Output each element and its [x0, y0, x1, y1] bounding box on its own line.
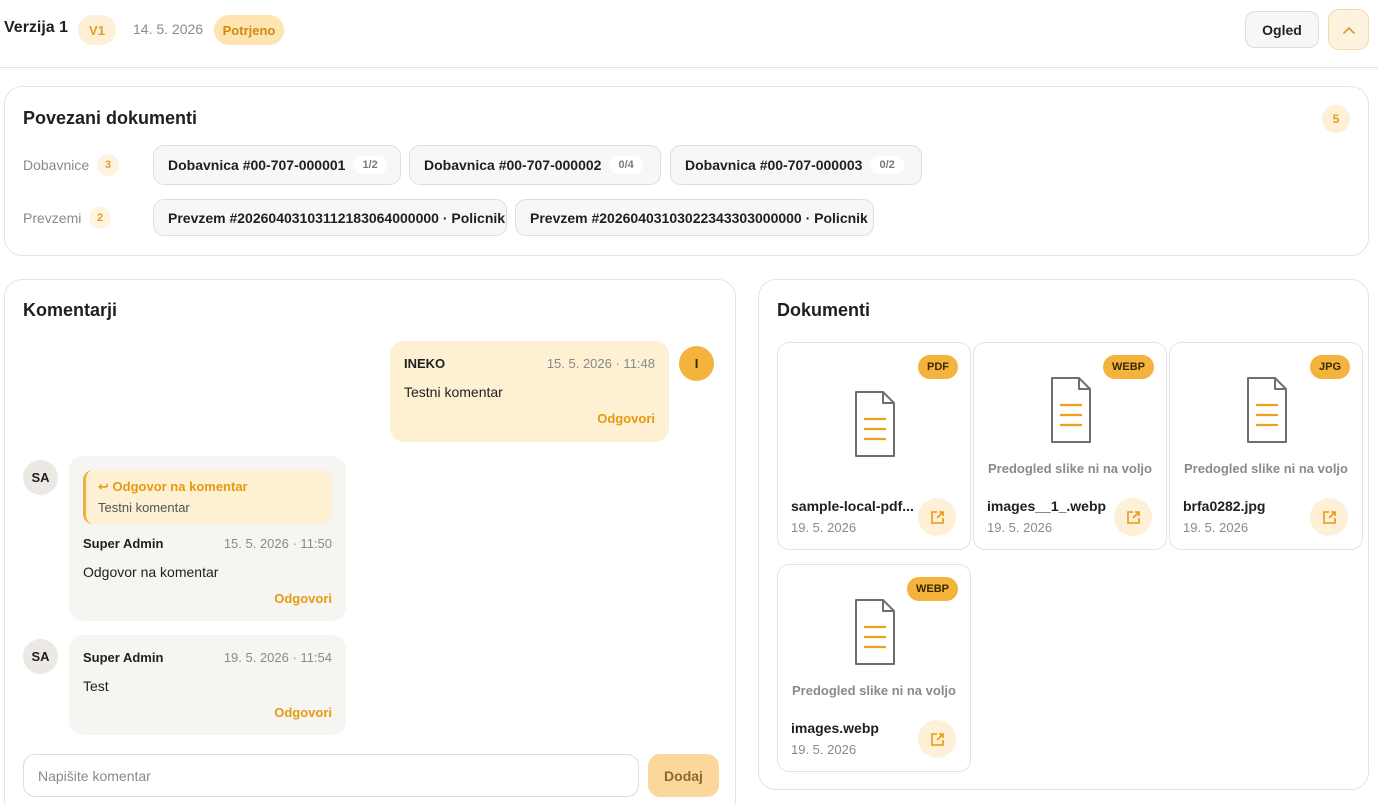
reply-link[interactable]: Odgovori: [274, 705, 332, 720]
comments-title: Komentarji: [23, 300, 118, 320]
avatar: I: [679, 346, 714, 381]
receipts-label: Prevzemi: [23, 210, 82, 226]
avatar: SA: [23, 639, 58, 674]
delivery-label: Dobavnice: [23, 157, 90, 173]
chip-label: Dobavnica #00-707-000002: [424, 157, 602, 173]
chip-label: Prevzem #20260403103022343303000000 · Po…: [530, 209, 868, 226]
document-tile[interactable]: WEBP Predogled slike ni na voljo images_…: [973, 342, 1167, 550]
chip-progress: 0/4: [609, 156, 643, 174]
file-icon: [855, 599, 895, 665]
documents-card: Dokumenti PDF sample-local-pdf... 19. 5.…: [758, 279, 1369, 790]
version-date: 14. 5. 2026: [133, 21, 204, 37]
file-icon: [1247, 377, 1287, 443]
document-tile[interactable]: PDF sample-local-pdf... 19. 5. 2026: [777, 342, 971, 550]
comment-bubble-own: INEKO 15. 5. 2026 · 11:48 Testni komenta…: [390, 341, 669, 442]
comment-author: Super Admin: [83, 536, 164, 551]
file-type-badge: WEBP: [1103, 355, 1154, 379]
document-tile[interactable]: JPG Predogled slike ni na voljo brfa0282…: [1169, 342, 1363, 550]
chip-progress: 0/2: [870, 156, 904, 174]
document-name: sample-local-pdf...: [791, 498, 914, 514]
reply-link[interactable]: Odgovori: [597, 411, 655, 426]
preview-unavailable-text: Predogled slike ni na voljo: [988, 461, 1152, 476]
chip-progress: 1/2: [353, 156, 387, 174]
receipts-count-badge: 2: [89, 207, 111, 229]
version-badge: V1: [78, 15, 116, 45]
comment-author: Super Admin: [83, 650, 164, 665]
external-link-icon: [930, 510, 944, 524]
document-name: images__1_.webp: [987, 498, 1107, 514]
comment-text: Odgovor na komentar: [83, 564, 219, 580]
external-link-icon: [930, 732, 944, 746]
quoted-comment[interactable]: ↩ Odgovor na komentar Testni komentar: [83, 470, 332, 524]
preview-unavailable-text: Predogled slike ni na voljo: [792, 683, 956, 698]
file-type-badge: PDF: [918, 355, 958, 379]
view-button[interactable]: Ogled: [1245, 11, 1319, 48]
comment-time: 19. 5. 2026 · 11:54: [223, 650, 332, 665]
file-type-badge: JPG: [1309, 355, 1350, 379]
comment-time: 15. 5. 2026 · 11:48: [546, 356, 655, 371]
quote-title: ↩ Odgovor na komentar: [98, 479, 248, 494]
chip-label: Dobavnica #00-707-000001: [168, 157, 346, 173]
document-date: 19. 5. 2026: [791, 520, 857, 535]
comments-card: Komentarji INEKO 15. 5. 2026 · 11:48 Tes…: [4, 279, 736, 804]
document-name: brfa0282.jpg: [1183, 498, 1266, 514]
document-date: 19. 5. 2026: [1183, 520, 1249, 535]
delivery-chip-3[interactable]: Dobavnica #00-707-000003 0/2: [670, 145, 922, 185]
document-date: 19. 5. 2026: [987, 520, 1053, 535]
document-name: images.webp: [791, 720, 879, 736]
open-document-button[interactable]: [918, 498, 956, 536]
delivery-chip-2[interactable]: Dobavnica #00-707-000002 0/4: [409, 145, 661, 185]
reply-link[interactable]: Odgovori: [274, 591, 332, 606]
open-document-button[interactable]: [918, 720, 956, 758]
file-type-badge: WEBP: [907, 577, 958, 601]
comment-bubble: Super Admin 19. 5. 2026 · 11:54 Test Odg…: [69, 635, 346, 735]
document-date: 19. 5. 2026: [791, 742, 857, 757]
open-document-button[interactable]: [1310, 498, 1348, 536]
documents-title: Dokumenti: [777, 300, 871, 320]
status-badge: Potrjeno: [214, 15, 284, 45]
collapse-button[interactable]: [1328, 9, 1369, 50]
comment-input[interactable]: [23, 754, 639, 797]
add-comment-button[interactable]: Dodaj: [648, 754, 719, 797]
receipt-chip-1[interactable]: Prevzem #20260403103112183064000000 · Po…: [153, 199, 507, 236]
related-documents-card: Povezani dokumenti 5 Dobavnice 3 Dobavni…: [4, 86, 1369, 256]
avatar: SA: [23, 460, 58, 495]
preview-unavailable-text: Predogled slike ni na voljo: [1184, 461, 1348, 476]
open-document-button[interactable]: [1114, 498, 1152, 536]
version-title: Verzija 1: [4, 19, 69, 36]
delivery-chip-1[interactable]: Dobavnica #00-707-000001 1/2: [153, 145, 401, 185]
receipt-chip-2[interactable]: Prevzem #20260403103022343303000000 · Po…: [515, 199, 874, 236]
external-link-icon: [1322, 510, 1336, 524]
related-documents-title: Povezani dokumenti: [23, 108, 198, 128]
comment-text: Testni komentar: [404, 384, 503, 400]
comment-bubble: ↩ Odgovor na komentar Testni komentar Su…: [69, 456, 346, 621]
chip-label: Dobavnica #00-707-000003: [685, 157, 863, 173]
chip-label: Prevzem #20260403103112183064000000 · Po…: [168, 209, 506, 226]
reply-arrow-icon: ↩: [98, 479, 109, 494]
file-icon: [855, 391, 895, 457]
delivery-count-badge: 3: [97, 154, 119, 176]
external-link-icon: [1126, 510, 1140, 524]
comment-text: Test: [83, 678, 109, 694]
comment-time: 15. 5. 2026 · 11:50: [223, 536, 332, 551]
related-total-badge: 5: [1322, 105, 1350, 133]
chevron-up-icon: [1342, 26, 1355, 34]
version-header: Verzija 1 V1 14. 5. 2026 Potrjeno Ogled: [0, 0, 1378, 68]
file-icon: [1051, 377, 1091, 443]
comment-author: INEKO: [404, 356, 446, 371]
quote-text: Testni komentar: [98, 500, 190, 515]
document-tile[interactable]: WEBP Predogled slike ni na voljo images.…: [777, 564, 971, 772]
